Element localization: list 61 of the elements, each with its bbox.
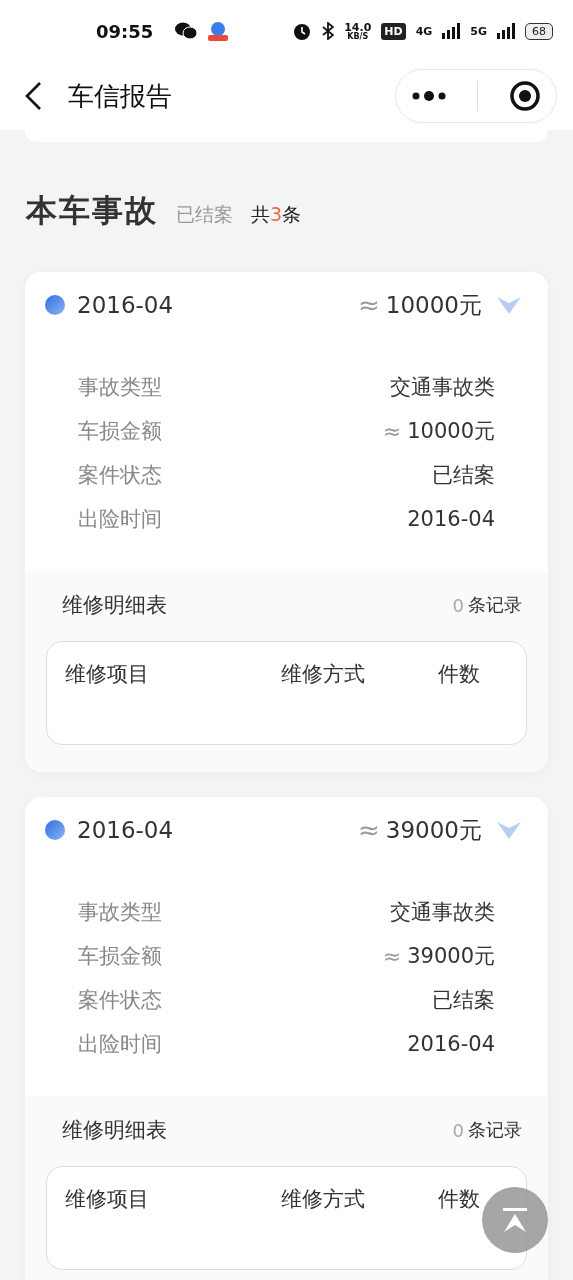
detail-label: 车损金额 [78,943,163,970]
count-prefix: 共 [251,203,270,225]
repair-title: 维修明细表 [62,1117,168,1144]
detail-value: 2016-04 [407,1032,495,1056]
network-label: 4G [415,25,433,37]
approx-sign: ≈ [358,290,380,320]
status-time: 09:55 [96,20,154,42]
repair-title: 维修明细表 [62,592,168,619]
column-header: 维修项目 [65,661,150,688]
detail-label: 案件状态 [78,987,163,1014]
detail-value: 39000元 [407,943,495,970]
signal-icon [442,23,461,39]
speed-value: 14.0 [344,21,372,33]
detail-label: 事故类型 [78,899,163,926]
column-header: 维修方式 [281,1186,366,1213]
status-dot [45,820,65,840]
detail-value: 10000元 [407,418,495,445]
count-suffix: 条 [282,203,302,225]
accident-date: 2016-04 [77,817,175,843]
column-header: 维修项目 [65,1186,150,1213]
approx-sign: ≈ [358,815,380,845]
case-status: 已结案 [176,202,233,227]
status-dot [45,295,65,315]
section-title: 本车事故 [26,191,158,230]
detail-value: 已结案 [432,987,495,1014]
detail-label: 出险时间 [78,1031,163,1058]
detail-label: 事故类型 [78,374,163,401]
app-icon [207,21,230,41]
detail-value: 交通事故类 [390,899,495,926]
detail-label: 案件状态 [78,462,163,489]
bluetooth-icon [322,22,335,40]
hd-badge: HD [381,22,406,40]
accident-date: 2016-04 [77,292,175,318]
repair-count: 0 [452,594,464,616]
detail-value: 已结案 [432,462,495,489]
repair-count: 0 [452,1119,464,1141]
column-header: 维修方式 [281,661,366,688]
detail-label: 车损金额 [78,418,163,445]
signal-icon [497,23,515,39]
speed-unit: KB/S [347,32,369,41]
detail-value: 交通事故类 [390,374,495,401]
approx-sign: ≈ [382,943,402,969]
back-to-top-icon [501,1206,529,1234]
repair-count-label: 条记录 [468,593,522,617]
network-label: 5G [470,25,487,37]
repair-count-label: 条记录 [468,1118,522,1142]
accident-amount: 10000元 [385,290,482,320]
column-header: 件数 [438,1186,481,1213]
detail-value: 2016-04 [407,507,495,531]
chat-icon [175,22,198,40]
battery-level: 68 [525,22,553,40]
back-icon[interactable] [24,81,42,111]
detail-label: 出险时间 [78,506,163,533]
alarm-icon [292,21,313,41]
page-title: 车信报告 [68,79,173,113]
column-header: 件数 [438,661,481,688]
close-target-icon[interactable] [508,80,541,112]
accident-amount: 39000元 [385,815,482,845]
record-count: 3 [270,203,283,225]
approx-sign: ≈ [382,418,402,444]
more-icon[interactable] [411,90,446,102]
